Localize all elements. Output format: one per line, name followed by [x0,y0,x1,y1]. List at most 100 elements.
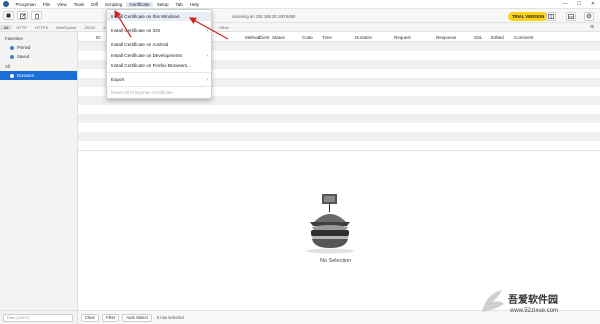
tab-http[interactable]: HTTP [12,25,30,30]
burger-illustration-icon [306,194,354,254]
column-response[interactable]: Response [436,35,456,40]
certificate-menu: Install Certificate on this Windows Inst… [106,9,212,99]
proxy-status: Listening on 192.168.26.100:9090 [232,12,295,20]
panel-icon [568,13,574,19]
pin-icon [10,45,14,50]
all-heading: All [5,64,10,69]
menu-certificate[interactable]: Certificate [125,1,154,7]
menu-item-reset-certificate: Reset all Proxyman Certificate [107,88,211,97]
table-row [78,114,600,123]
trash-icon [34,13,39,19]
sidebar-item-domains[interactable]: Domains [0,71,77,80]
menu-bar: Proxyman File View Tools Diff Scripting … [0,0,600,9]
sidebar-item-label: Pinned [17,45,31,50]
close-button[interactable]: ✕ [586,0,600,9]
menu-item-label: Reset all Proxyman Certificate [111,90,173,95]
toolbar: Listening on 192.168.26.100:9090 TRIAL V… [0,9,600,23]
watermark-logo-icon [482,290,504,312]
tab-json[interactable]: JSON [80,25,99,30]
sidebar: Favorites Pinned Saved All Domains [0,32,78,310]
trial-label: TRIAL VERSION [512,13,545,19]
sidebar-item-pinned[interactable]: Pinned [0,43,77,52]
column-comment[interactable]: Comment [514,35,534,40]
menu-tab[interactable]: Tab [172,2,186,7]
side-panel-button[interactable] [566,11,576,21]
tab-websocket[interactable]: WebSocket [52,25,80,30]
table-row [78,105,600,114]
watermark-text: 吾爱软件园 [508,295,558,306]
tab-all[interactable]: All [0,24,13,30]
clear-session-button[interactable] [17,11,28,20]
menu-divider [107,72,211,73]
menu-divider [107,86,211,87]
chevron-right-icon: › [206,77,208,82]
selection-status: 0 row selected [156,315,184,320]
menu-item-install-ios[interactable]: Install Certificate on iOS › [107,26,211,35]
menu-scripting[interactable]: Scripting [101,2,126,7]
chevron-right-icon: › [206,28,208,33]
filter-button[interactable]: Filter [102,313,120,322]
clear-button[interactable]: Clear [81,313,100,322]
app-logo-icon [3,1,9,7]
sidebar-item-label: Saved [17,54,30,59]
trial-version-badge[interactable]: TRIAL VERSION [508,11,549,21]
tab-https[interactable]: HTTPS [31,25,52,30]
column-ssl[interactable]: SSL [474,35,483,40]
column-time[interactable]: Time [322,35,332,40]
gear-icon [586,13,592,19]
compose-icon [19,12,26,19]
menu-item-label: Install Certificate on Firefox Browsers.… [111,63,191,68]
auto-select-button[interactable]: Auto Select [122,313,152,322]
column-code[interactable]: Code [302,35,313,40]
watermark-url: www.52zixue.com [510,308,559,314]
column-request[interactable]: Request [394,35,411,40]
maximize-button[interactable]: ☐ [572,0,586,9]
sidebar-filter-bar: Filter (Ctrl+F) [0,310,78,324]
bookmark-icon [10,54,14,59]
menu-tools[interactable]: Tools [70,2,88,7]
menu-item-install-firefox[interactable]: Install Certificate on Firefox Browsers.… [107,61,211,70]
menu-item-label: Install Certificate on Developments [111,52,182,58]
menu-item-export[interactable]: Export › [107,75,211,84]
settings-button[interactable] [584,11,594,21]
filter-placeholder: Filter (Ctrl+F) [7,315,30,320]
sidebar-item-saved[interactable]: Saved [0,52,77,61]
chevron-right-icon: › [206,52,208,58]
menu-file[interactable]: File [39,2,53,7]
menu-item-label: Install Certificate on Android [111,42,169,47]
sidebar-filter-input[interactable]: Filter (Ctrl+F) [3,313,73,322]
table-row [78,123,600,132]
stop-recording-button[interactable] [3,11,14,20]
table-row [78,132,600,141]
column-edited[interactable]: Edited [491,35,504,40]
menu-item-label: Export [111,77,125,82]
menu-item-label: Install Certificate on iOS [111,28,161,33]
column-duration[interactable]: Duration [355,35,372,40]
layout-icon [548,13,554,19]
favorites-heading: Favorites [5,36,23,41]
globe-icon [10,73,14,78]
proxy-status-text: Listening on 192.168.26.100:9090 [232,13,296,19]
delete-button[interactable] [31,11,42,20]
no-selection-label: No Selection [320,258,352,264]
filter-tabs: All HTTP HTTPS WebSocket JSON XML Other … [0,23,600,32]
tab-other[interactable]: Other [215,25,233,30]
menu-diff[interactable]: Diff [88,2,102,7]
menu-item-install-windows[interactable]: Install Certificate on this Windows [107,12,211,21]
proxyman-window: Proxyman File View Tools Diff Scripting … [0,0,600,324]
add-filter-icon[interactable]: ⊕ [590,24,594,30]
menu-app-name[interactable]: Proxyman [12,2,39,7]
sidebar-item-label: Domains [17,73,34,78]
menu-item-install-developments[interactable]: Install Certificate on Developments › [107,51,211,60]
split-view-button[interactable] [546,11,556,21]
menu-item-install-android[interactable]: Install Certificate on Android [107,40,211,49]
menu-help[interactable]: Help [186,2,202,7]
menu-setup[interactable]: Setup [153,2,172,7]
column-id[interactable]: ID [96,35,101,40]
column-method[interactable]: Method [245,35,260,40]
table-row [78,141,600,150]
menu-view[interactable]: View [54,2,71,7]
minimize-button[interactable]: — [558,0,572,9]
column-status[interactable]: Status [272,35,285,40]
stop-icon [6,13,11,18]
